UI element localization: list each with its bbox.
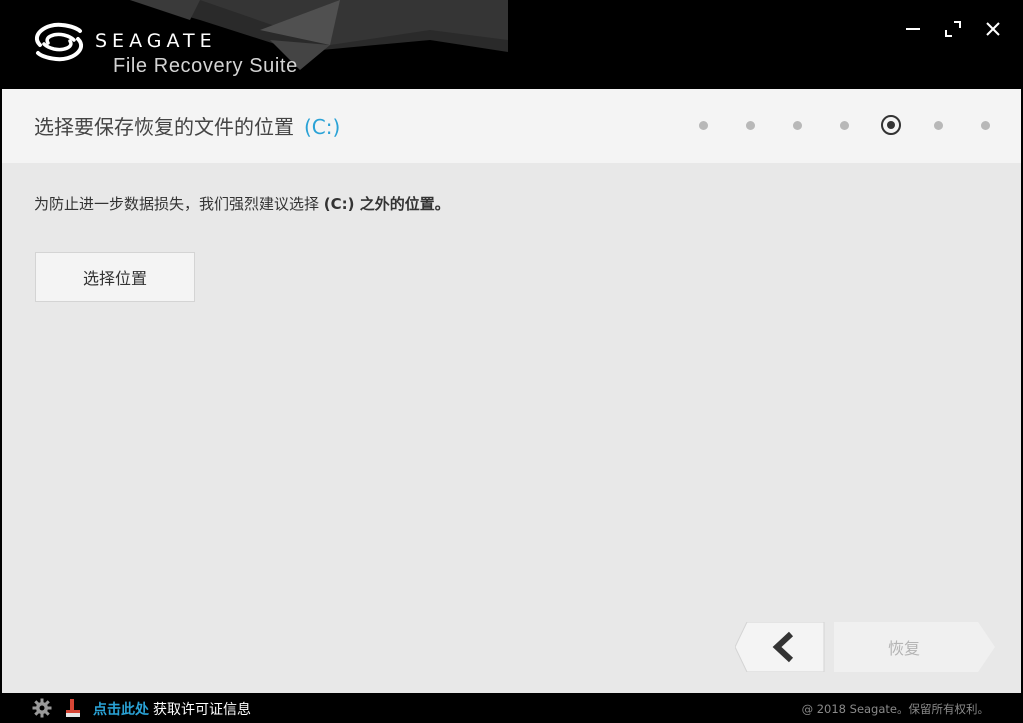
product-name: File Recovery Suite	[113, 55, 298, 77]
page-title-text: 选择要保存恢复的文件的位置	[34, 115, 294, 139]
back-button[interactable]	[735, 622, 825, 672]
license-info: 点击此处 获取许可证信息	[93, 699, 251, 719]
recover-button[interactable]: 恢复	[834, 622, 996, 672]
app-header: SEAGATE File Recovery Suite	[0, 0, 1023, 89]
step-dot-2	[746, 121, 755, 130]
minimize-icon[interactable]	[902, 18, 924, 40]
step-indicator	[699, 115, 991, 135]
step-dot-4	[840, 121, 849, 130]
choose-location-label: 选择位置	[82, 269, 147, 288]
choose-location-button[interactable]: 选择位置	[35, 252, 195, 302]
warning-message: 为防止进一步数据损失，我们强烈建议选择 (C:) 之外的位置。	[34, 193, 450, 214]
step-dot-1	[699, 121, 708, 130]
step-dot-5-current	[881, 115, 901, 135]
license-text: 获取许可证信息	[153, 702, 251, 718]
brand-name: SEAGATE	[95, 30, 217, 52]
flag-icon[interactable]	[64, 698, 82, 718]
step-dot-6	[934, 121, 943, 130]
page-title-drive: (C:)	[304, 115, 341, 139]
footer-bar: 点击此处 获取许可证信息 @ 2018 Seagate。保留所有权利。	[0, 693, 1023, 723]
warning-prefix: 为防止进一步数据损失，我们强烈建议选择	[34, 195, 324, 213]
license-link[interactable]: 点击此处	[93, 702, 149, 718]
step-title-bar: 选择要保存恢复的文件的位置 (C:)	[0, 89, 1023, 163]
gear-icon[interactable]	[32, 698, 52, 718]
recover-label: 恢复	[887, 639, 920, 658]
seagate-logo-icon	[34, 22, 84, 62]
maximize-icon[interactable]	[942, 18, 964, 40]
main-content: 为防止进一步数据损失，我们强烈建议选择 (C:) 之外的位置。 选择位置 恢复	[0, 163, 1023, 693]
step-dot-7	[981, 121, 990, 130]
warning-drive: (C:)	[323, 195, 355, 213]
warning-suffix: 之外的位置。	[354, 195, 450, 213]
step-dot-3	[793, 121, 802, 130]
page-title: 选择要保存恢复的文件的位置 (C:)	[34, 111, 340, 140]
copyright-text: @ 2018 Seagate。保留所有权利。	[801, 702, 989, 716]
close-icon[interactable]	[982, 18, 1004, 40]
